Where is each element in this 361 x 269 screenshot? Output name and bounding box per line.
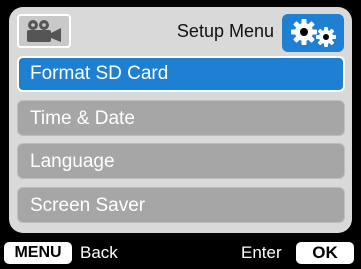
- setup-menu-panel: Setup Menu Format SD Card Time & Date La…: [9, 7, 352, 233]
- enter-label: Enter: [241, 243, 282, 262]
- page-title: Setup Menu: [176, 21, 274, 41]
- menu-item-label: Time & Date: [30, 108, 135, 129]
- menu-item-label: Format SD Card: [30, 63, 169, 84]
- back-label: Back: [80, 243, 118, 262]
- video-camera-icon: [27, 20, 61, 42]
- menu-item-format-sd-card[interactable]: Format SD Card: [17, 56, 345, 92]
- dashcam-screen: Setup Menu Format SD Card Time & Date La…: [0, 0, 361, 269]
- menu-item-label: Language: [30, 151, 115, 172]
- menu-item-time-date[interactable]: Time & Date: [17, 100, 345, 136]
- ok-key-button[interactable]: OK: [296, 242, 354, 264]
- menu-item-label: Screen Saver: [30, 195, 146, 216]
- video-mode-tab[interactable]: [17, 14, 71, 48]
- menu-header: Setup Menu: [9, 7, 352, 55]
- setup-mode-tab[interactable]: [282, 14, 344, 52]
- gears-icon: [291, 19, 336, 47]
- menu-item-language[interactable]: Language: [17, 143, 345, 179]
- menu-item-screen-saver[interactable]: Screen Saver: [17, 187, 345, 223]
- footer-hints: MENU Back Enter OK: [0, 238, 361, 266]
- menu-key-button[interactable]: MENU: [4, 242, 72, 264]
